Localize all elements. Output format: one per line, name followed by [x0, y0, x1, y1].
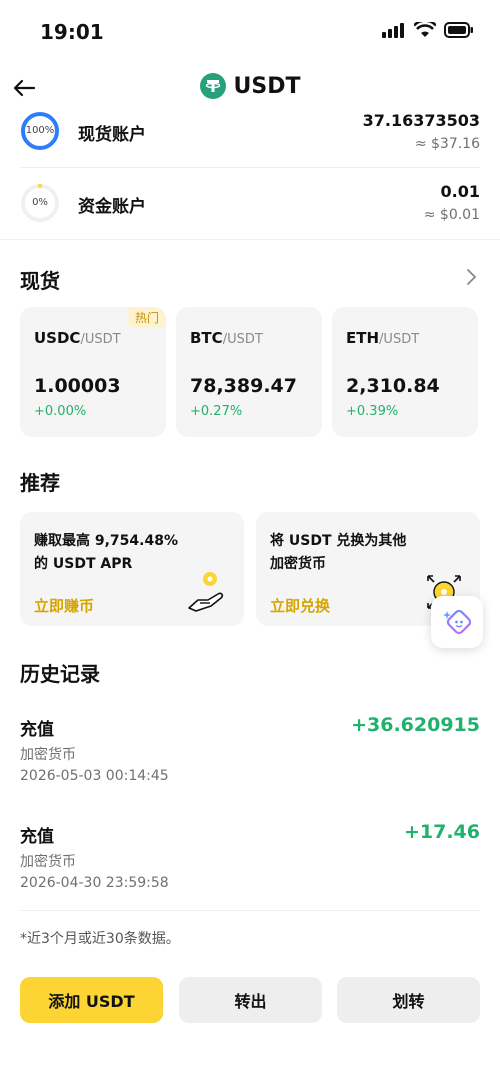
- spot-section-title: 现货: [20, 269, 60, 293]
- spot-base: BTC: [190, 329, 223, 347]
- add-usdt-button[interactable]: 添加 USDT: [20, 977, 163, 1023]
- ai-assistant-button[interactable]: [431, 596, 483, 648]
- spot-price: 78,389.47: [190, 375, 297, 397]
- hot-badge: 热门: [127, 307, 166, 328]
- history-section-title: 历史记录: [20, 662, 100, 686]
- account-row-spot[interactable]: 100% 现货账户 37.16373503 ≈ $37.16: [20, 103, 480, 173]
- recommend-card-earn[interactable]: 赚取最高 9,754.48% 的 USDT APR 立即赚币: [20, 512, 244, 626]
- account-fiat: ≈ $0.01: [423, 207, 480, 223]
- divider: [20, 167, 480, 168]
- account-amount: 37.16373503: [362, 111, 480, 130]
- earn-now-link[interactable]: 立即赚币: [34, 595, 94, 616]
- chevron-right-icon[interactable]: [464, 268, 478, 286]
- usdt-logo-icon: [199, 73, 226, 99]
- spot-pair: BTC/USDT: [190, 329, 263, 347]
- spot-quote: /USDT: [222, 332, 263, 347]
- history-date: 2026-04-30 23:59:58: [20, 875, 169, 891]
- divider: [20, 910, 480, 911]
- status-icons: [382, 22, 474, 38]
- spot-card-btc[interactable]: BTC/USDT 78,389.47 +0.27%: [176, 307, 322, 437]
- account-name: 资金账户: [78, 197, 146, 217]
- recommend-section-title: 推荐: [20, 471, 60, 495]
- status-bar: 19:01: [0, 0, 500, 64]
- withdraw-button[interactable]: 转出: [179, 977, 322, 1023]
- page-title: USDT: [233, 73, 301, 99]
- wifi-icon: [414, 22, 436, 37]
- spot-pair: USDC/USDT: [34, 329, 121, 347]
- history-footnote: *近3个月或近30条数据。: [20, 931, 180, 947]
- account-percent: 0%: [32, 197, 48, 208]
- section-divider: [0, 239, 500, 240]
- spot-change: +0.00%: [34, 404, 87, 419]
- spot-base: USDC: [34, 329, 81, 347]
- spot-quote: /USDT: [379, 332, 420, 347]
- recommend-text: 赚取最高 9,754.48% 的 USDT APR: [34, 533, 178, 572]
- spot-card-usdc[interactable]: 热门 USDC/USDT 1.00003 +0.00%: [20, 307, 166, 437]
- spot-change: +0.39%: [346, 404, 399, 419]
- history-sub: 加密货币: [20, 854, 76, 870]
- history-type: 充值: [20, 827, 54, 847]
- status-time: 19:01: [40, 20, 104, 44]
- page-title-wrap: USDT: [0, 73, 500, 99]
- spot-price: 1.00003: [34, 375, 121, 397]
- ai-assistant-icon: [443, 609, 472, 635]
- account-name: 现货账户: [78, 125, 146, 145]
- history-date: 2026-05-03 00:14:45: [20, 768, 169, 784]
- history-amount: +36.620915: [351, 714, 480, 736]
- account-percent: 100%: [25, 125, 55, 136]
- history-amount: +17.46: [403, 821, 480, 843]
- signal-icon: [382, 23, 404, 38]
- battery-icon: [444, 22, 473, 38]
- spot-base: ETH: [346, 329, 380, 347]
- account-amount: 0.01: [440, 182, 480, 201]
- history-sub: 加密货币: [20, 747, 76, 763]
- spot-card-eth[interactable]: ETH/USDT 2,310.84 +0.39%: [332, 307, 478, 437]
- account-row-funding[interactable]: 0% 资金账户 0.01 ≈ $0.01: [20, 172, 480, 242]
- convert-now-link[interactable]: 立即兑换: [270, 595, 330, 616]
- spot-price: 2,310.84: [346, 375, 440, 397]
- account-fiat: ≈ $37.16: [414, 136, 480, 152]
- spot-pair: ETH/USDT: [346, 329, 419, 347]
- recommend-text: 将 USDT 兑换为其他加密货币: [270, 533, 407, 572]
- history-type: 充值: [20, 720, 54, 740]
- coin-hand-icon: [188, 572, 224, 612]
- spot-quote: /USDT: [80, 332, 121, 347]
- header: USDT: [0, 68, 500, 108]
- transfer-button[interactable]: 划转: [337, 977, 480, 1023]
- spot-change: +0.27%: [190, 404, 243, 419]
